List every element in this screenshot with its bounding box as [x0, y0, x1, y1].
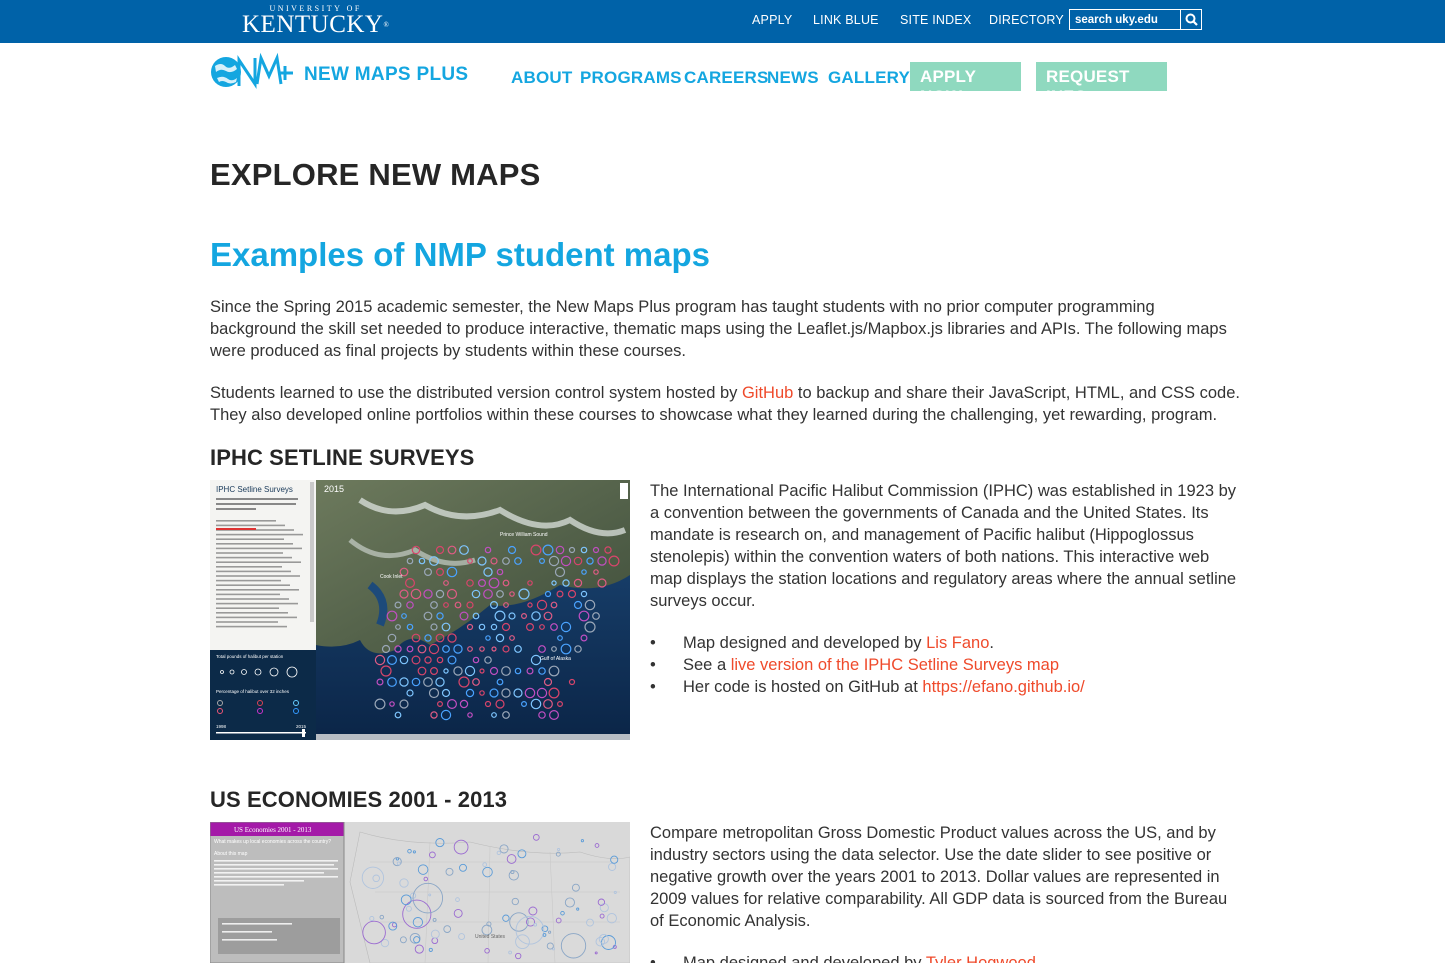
- github-pages-link[interactable]: https://efano.github.io/: [922, 678, 1084, 696]
- thumb-about: About this map: [214, 851, 248, 857]
- thumb-subtitle: What makes up local economies across the…: [214, 839, 331, 845]
- section-title-iphc: IPHC SETLINE SURVEYS: [210, 445, 475, 470]
- github-link[interactable]: GitHub: [742, 384, 793, 402]
- slider-start-label: 1998: [216, 724, 227, 729]
- author-link-lis-fano[interactable]: Lis Fano: [926, 634, 989, 652]
- us-economies-bullet-list: Map designed and developed by Tyler Hogw…: [650, 952, 1036, 963]
- uk-link-site-index[interactable]: SITE INDEX: [900, 13, 971, 27]
- iphc-bullet-list: Map designed and developed by Lis Fano. …: [650, 632, 1085, 698]
- uk-logo[interactable]: UNIVERSITY OF KENTUCKY®: [242, 5, 389, 38]
- nav-about[interactable]: ABOUT: [511, 68, 572, 88]
- nmp-logo-icon[interactable]: [209, 52, 295, 92]
- github-paragraph: Students learned to use the distributed …: [210, 384, 1240, 424]
- page-subheading: Examples of NMP student maps: [210, 236, 711, 273]
- map-year-label: 2015: [324, 484, 344, 494]
- place-label: Gulf of Alaska: [540, 656, 571, 662]
- section-title-us-economies: US ECONOMIES 2001 - 2013: [210, 787, 508, 812]
- apply-now-button[interactable]: APPLY NOW: [910, 62, 1021, 106]
- iphc-description: The International Pacific Halibut Commis…: [650, 482, 1237, 610]
- intro-paragraph: Since the Spring 2015 academic semester,…: [210, 298, 1227, 360]
- nav-careers[interactable]: CAREERS: [684, 68, 769, 88]
- us-economies-map-thumbnail[interactable]: United States US Economies 2001 - 2013 W…: [210, 822, 630, 963]
- university-top-bar: UNIVERSITY OF KENTUCKY® APPLY LINK BLUE …: [0, 0, 1445, 43]
- search-icon: [1185, 13, 1198, 26]
- slider-end-label: 2015: [296, 724, 307, 729]
- list-item: See a live version of the IPHC Setline S…: [650, 654, 1085, 676]
- list-item: Map designed and developed by Lis Fano.: [650, 632, 1085, 654]
- list-item: Map designed and developed by Tyler Hogw…: [650, 952, 1036, 963]
- uk-link-apply[interactable]: APPLY: [752, 13, 792, 27]
- thumb-title: US Economies 2001 - 2013: [234, 826, 312, 834]
- us-economies-description: Compare metropolitan Gross Domestic Prod…: [650, 824, 1228, 930]
- nav-gallery[interactable]: GALLERY: [828, 68, 910, 88]
- site-title[interactable]: NEW MAPS PLUS: [304, 64, 468, 86]
- list-item: Her code is hosted on GitHub at https://…: [650, 676, 1085, 698]
- map-country-label: United States: [475, 934, 506, 940]
- legend-pct-title: Percentage of halibut over 32 inches: [216, 689, 290, 694]
- nav-programs[interactable]: PROGRAMS: [580, 68, 682, 88]
- uk-link-directory[interactable]: DIRECTORY: [989, 13, 1064, 27]
- legend-title: Total pounds of halibut per station: [216, 654, 284, 659]
- uk-logo-main: KENTUCKY: [242, 11, 384, 38]
- uk-link-link-blue[interactable]: LINK BLUE: [813, 13, 879, 27]
- thumb-title: IPHC Setline Surveys: [216, 485, 293, 494]
- live-map-link[interactable]: live version of the IPHC Setline Surveys…: [731, 656, 1059, 674]
- iphc-map-thumbnail[interactable]: Cook Inlet Prince William Sound Gulf of …: [210, 480, 630, 740]
- uk-search-input[interactable]: [1069, 9, 1181, 30]
- request-info-button[interactable]: REQUEST INFO: [1036, 62, 1167, 106]
- nav-news[interactable]: NEWS: [767, 68, 819, 88]
- uk-search-button[interactable]: [1180, 9, 1202, 30]
- author-link-tyler-hogwood[interactable]: Tyler Hogwood: [926, 954, 1036, 963]
- place-label: Prince William Sound: [500, 532, 548, 538]
- page-heading: EXPLORE NEW MAPS: [210, 157, 541, 192]
- place-label: Cook Inlet: [380, 574, 403, 580]
